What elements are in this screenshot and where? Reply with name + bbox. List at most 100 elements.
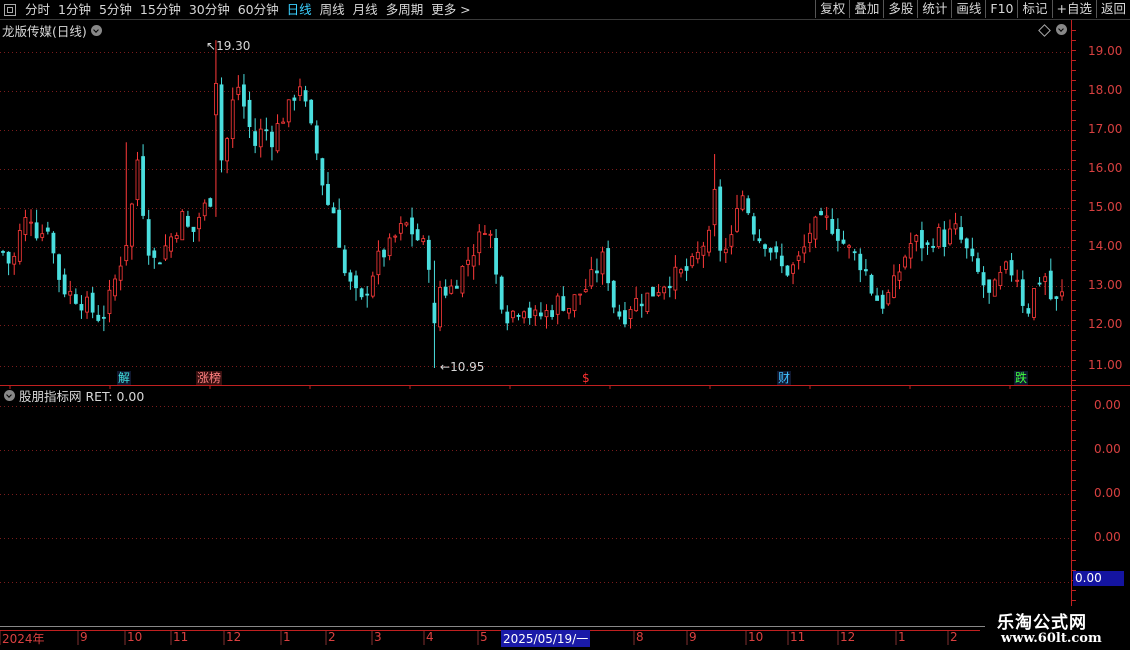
candle-body	[303, 90, 308, 102]
period-tab[interactable]: 多周期	[382, 0, 428, 19]
candle-body	[1, 251, 5, 253]
candle-body	[124, 245, 129, 262]
event-marker[interactable]: 涨榜	[196, 371, 223, 385]
candle-body	[735, 208, 739, 232]
period-tab[interactable]: 30分钟	[185, 0, 234, 19]
period-tab[interactable]: 15分钟	[136, 0, 185, 19]
candle-body	[219, 84, 224, 161]
candle-body	[309, 99, 314, 124]
candle-body	[85, 296, 89, 313]
candle-body	[197, 216, 202, 230]
period-tab[interactable]: 5分钟	[95, 0, 136, 19]
toolbar-button[interactable]: 复权	[815, 0, 849, 18]
time-axis[interactable]: 2024年91011121234578910111212 2025/05/19/…	[0, 628, 980, 647]
candle-body	[976, 258, 980, 272]
candle-body	[819, 211, 823, 216]
candle-body	[180, 211, 185, 241]
candle-body	[886, 292, 891, 305]
candle-body	[225, 138, 230, 162]
time-tick-label: 11	[173, 630, 189, 644]
candle-body	[393, 235, 398, 238]
candle-body	[729, 234, 734, 247]
period-tab[interactable]: 更多 >	[427, 0, 474, 19]
candle-body	[186, 215, 190, 227]
candle-body	[807, 232, 812, 243]
candle-body	[146, 219, 151, 256]
toolbar-button[interactable]: F10	[985, 0, 1017, 18]
chevron-down-icon[interactable]	[4, 390, 15, 401]
price-tick-label: 17.00	[1088, 122, 1123, 136]
candle-body	[869, 274, 874, 294]
candle-body	[208, 198, 213, 207]
period-tab[interactable]: 60分钟	[234, 0, 283, 19]
candle-body	[550, 310, 555, 317]
event-marker[interactable]: 财	[777, 371, 792, 385]
candle-body	[101, 316, 106, 319]
kline-chart[interactable]	[0, 0, 1130, 650]
candle-body	[679, 269, 683, 274]
candle-body	[410, 217, 414, 235]
period-tab[interactable]: 1分钟	[54, 0, 95, 19]
candle-body	[443, 286, 448, 296]
candle-body	[96, 314, 101, 321]
candle-body	[286, 99, 291, 123]
event-marker[interactable]: $	[581, 371, 591, 385]
candle-body	[73, 294, 78, 304]
candle-body	[236, 86, 241, 95]
candle-body	[370, 275, 375, 297]
candle-body	[482, 233, 487, 235]
time-tick-label: 5	[480, 630, 488, 644]
toolbar-button[interactable]: 统计	[917, 0, 951, 18]
period-tab[interactable]: 月线	[349, 0, 382, 19]
candle-body	[1032, 288, 1036, 318]
candle-body	[595, 270, 599, 274]
candle-body	[712, 188, 717, 226]
time-tick-label: 8	[636, 630, 644, 644]
candle-body	[606, 248, 611, 284]
indicator-tick-label: 0.00	[1094, 398, 1121, 412]
candle-body	[656, 292, 661, 296]
candle-body	[129, 203, 134, 247]
candle-body	[651, 286, 655, 297]
candle-body	[880, 294, 885, 309]
candle-body	[948, 228, 952, 245]
candle-body	[757, 238, 762, 242]
candle-body	[645, 292, 650, 312]
candle-body	[611, 280, 616, 308]
candle-body	[281, 121, 286, 124]
time-tick-label: 10	[127, 630, 143, 644]
toolbar-button[interactable]: 多股	[883, 0, 917, 18]
indicator-tick-label: 0.00	[1094, 530, 1121, 544]
candle-body	[230, 99, 235, 140]
collapse-icon[interactable]	[1056, 24, 1067, 35]
toolbar-button[interactable]: 返回	[1095, 0, 1130, 18]
toolbar-button[interactable]: 画线	[951, 0, 985, 18]
event-marker[interactable]: 跌	[1014, 371, 1029, 385]
period-tab[interactable]: 分时	[21, 0, 54, 19]
candle-body	[275, 123, 280, 152]
candle-body	[707, 229, 711, 253]
candle-body	[662, 286, 667, 294]
high-value: 19.30	[216, 39, 251, 53]
toolbar-button[interactable]: 叠加	[849, 0, 883, 18]
candle-body	[12, 255, 17, 265]
candle-body	[34, 222, 39, 239]
candle-body	[387, 237, 392, 257]
candle-body	[628, 309, 633, 320]
time-tick-label: 10	[748, 630, 764, 644]
candle-body	[57, 254, 61, 280]
period-tab[interactable]: 日线	[283, 0, 316, 19]
toolbar-button[interactable]: +自选	[1051, 0, 1096, 18]
toolbar-button[interactable]: 标记	[1017, 0, 1051, 18]
time-tick-label: 2	[328, 630, 336, 644]
period-tab[interactable]: 周线	[316, 0, 349, 19]
candle-body	[505, 311, 510, 324]
event-marker[interactable]: 解	[117, 371, 132, 385]
candle-body	[1054, 296, 1059, 299]
candle-body	[578, 293, 583, 296]
high-annotation: ↖19.30	[206, 39, 250, 53]
candle-body	[320, 158, 325, 186]
window-icon[interactable]	[4, 3, 16, 16]
candle-body	[931, 245, 936, 248]
chevron-down-icon[interactable]	[90, 25, 102, 36]
